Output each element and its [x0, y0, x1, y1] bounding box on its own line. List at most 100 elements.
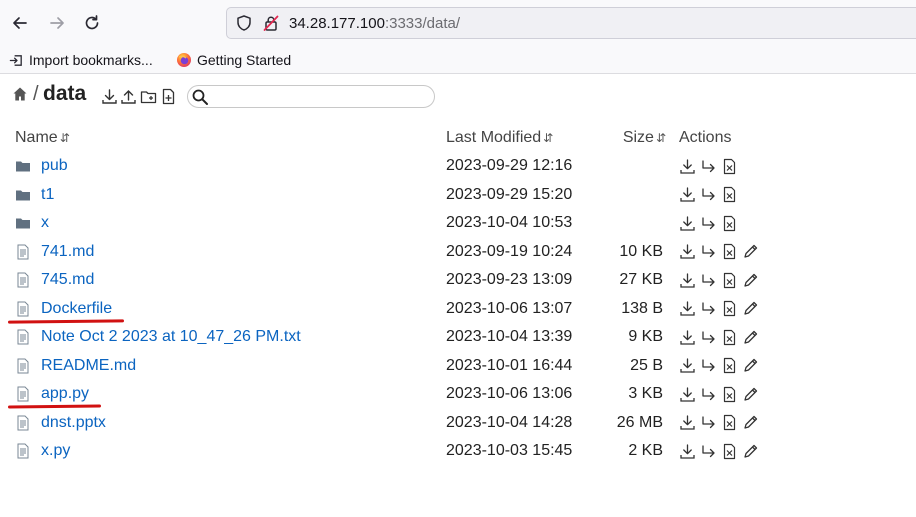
sort-arrows-icon: ⇵	[655, 131, 666, 145]
upload-icon[interactable]	[119, 87, 137, 105]
move-icon[interactable]	[700, 272, 717, 289]
file-link[interactable]: app.py	[41, 385, 89, 402]
edit-icon[interactable]	[742, 329, 759, 346]
edit-icon[interactable]	[742, 243, 759, 260]
url-text[interactable]: 34.28.177.100:3333/data/	[289, 15, 460, 33]
breadcrumb-current[interactable]: data	[43, 82, 86, 106]
insecure-lock-icon[interactable]	[262, 14, 280, 32]
size-cell: 2 KB	[628, 442, 663, 460]
file-link[interactable]: x.py	[41, 442, 70, 459]
file-link[interactable]: 741.md	[41, 243, 94, 260]
table-row: dnst.pptx 2023-10-04 14:28 26 MB	[8, 409, 796, 438]
actions-cell	[676, 380, 796, 409]
actions-cell	[676, 409, 796, 438]
table-row: README.md 2023-10-01 16:44 25 B	[8, 352, 796, 381]
file-link[interactable]: x	[41, 214, 49, 231]
delete-icon[interactable]	[721, 329, 738, 346]
actions-cell	[676, 181, 796, 210]
edit-icon[interactable]	[742, 443, 759, 460]
sort-by-size[interactable]: Size ⇵	[596, 124, 676, 152]
download-icon[interactable]	[679, 158, 696, 175]
new-file-icon[interactable]	[159, 87, 177, 105]
download-icon[interactable]	[679, 272, 696, 289]
file-icon	[15, 301, 31, 317]
reload-button[interactable]	[79, 10, 105, 36]
delete-icon[interactable]	[721, 357, 738, 374]
size-cell	[596, 181, 676, 210]
edit-icon[interactable]	[742, 272, 759, 289]
file-icon	[15, 272, 31, 288]
file-name-cell: 745.md	[8, 266, 446, 295]
modified-cell: 2023-10-04 13:39	[446, 328, 573, 346]
file-name-cell: README.md	[8, 352, 446, 381]
move-icon[interactable]	[700, 158, 717, 175]
sort-arrows-icon: ⇵	[59, 131, 70, 145]
table-row: pub 2023-09-29 12:16	[8, 152, 796, 181]
home-icon[interactable]	[12, 86, 28, 102]
download-icon[interactable]	[679, 215, 696, 232]
file-link[interactable]: dnst.pptx	[41, 414, 106, 431]
size-cell: 26 MB	[616, 413, 663, 431]
file-table: Name ⇵ Last Modified ⇵ Size ⇵ Actions pub 20…	[8, 124, 796, 466]
actions-cell	[676, 437, 796, 466]
move-icon[interactable]	[700, 414, 717, 431]
address-bar[interactable]: 34.28.177.100:3333/data/	[226, 7, 916, 39]
file-link[interactable]: Dockerfile	[41, 300, 112, 317]
file-link[interactable]: t1	[41, 186, 54, 203]
move-icon[interactable]	[700, 386, 717, 403]
firefox-icon	[176, 52, 192, 68]
download-icon[interactable]	[679, 243, 696, 260]
delete-icon[interactable]	[721, 186, 738, 203]
size-cell: 3 KB	[628, 385, 663, 403]
folder-icon	[15, 187, 31, 203]
move-icon[interactable]	[700, 443, 717, 460]
delete-icon[interactable]	[721, 443, 738, 460]
back-button[interactable]	[7, 10, 33, 36]
breadcrumb-separator: /	[33, 83, 39, 105]
move-icon[interactable]	[700, 300, 717, 317]
table-row: Dockerfile 2023-10-06 13:07 138 B	[8, 295, 796, 324]
url-host: 34.28.177.100	[289, 15, 385, 32]
delete-icon[interactable]	[721, 300, 738, 317]
download-icon[interactable]	[679, 386, 696, 403]
edit-icon[interactable]	[742, 300, 759, 317]
file-link[interactable]: 745.md	[41, 271, 94, 288]
download-icon[interactable]	[679, 443, 696, 460]
file-name-cell: Note Oct 2 2023 at 10_47_26 PM.txt	[8, 323, 446, 352]
forward-button[interactable]	[44, 10, 70, 36]
edit-icon[interactable]	[742, 386, 759, 403]
table-row: x 2023-10-04 10:53	[8, 209, 796, 238]
actions-cell	[676, 352, 796, 381]
bookmark-import[interactable]: Import bookmarks...	[8, 50, 153, 70]
delete-icon[interactable]	[721, 414, 738, 431]
search-input[interactable]	[187, 85, 435, 108]
edit-icon[interactable]	[742, 357, 759, 374]
move-icon[interactable]	[700, 243, 717, 260]
file-link[interactable]: Note Oct 2 2023 at 10_47_26 PM.txt	[41, 328, 301, 345]
download-icon[interactable]	[100, 87, 118, 105]
move-icon[interactable]	[700, 215, 717, 232]
download-icon[interactable]	[679, 300, 696, 317]
file-link[interactable]: README.md	[41, 357, 136, 374]
delete-icon[interactable]	[721, 243, 738, 260]
download-icon[interactable]	[679, 329, 696, 346]
move-icon[interactable]	[700, 329, 717, 346]
delete-icon[interactable]	[721, 215, 738, 232]
download-icon[interactable]	[679, 357, 696, 374]
move-icon[interactable]	[700, 357, 717, 374]
file-icon	[15, 358, 31, 374]
file-link[interactable]: pub	[41, 157, 68, 174]
modified-cell: 2023-10-04 10:53	[446, 214, 573, 232]
download-icon[interactable]	[679, 414, 696, 431]
sort-by-modified[interactable]: Last Modified ⇵	[446, 124, 596, 152]
new-folder-icon[interactable]	[139, 87, 157, 105]
edit-icon[interactable]	[742, 414, 759, 431]
bookmark-getting-started[interactable]: Getting Started	[176, 50, 291, 70]
download-icon[interactable]	[679, 186, 696, 203]
tracking-shield-icon[interactable]	[235, 14, 253, 32]
sort-by-name[interactable]: Name ⇵	[8, 124, 446, 152]
delete-icon[interactable]	[721, 386, 738, 403]
delete-icon[interactable]	[721, 158, 738, 175]
move-icon[interactable]	[700, 186, 717, 203]
delete-icon[interactable]	[721, 272, 738, 289]
